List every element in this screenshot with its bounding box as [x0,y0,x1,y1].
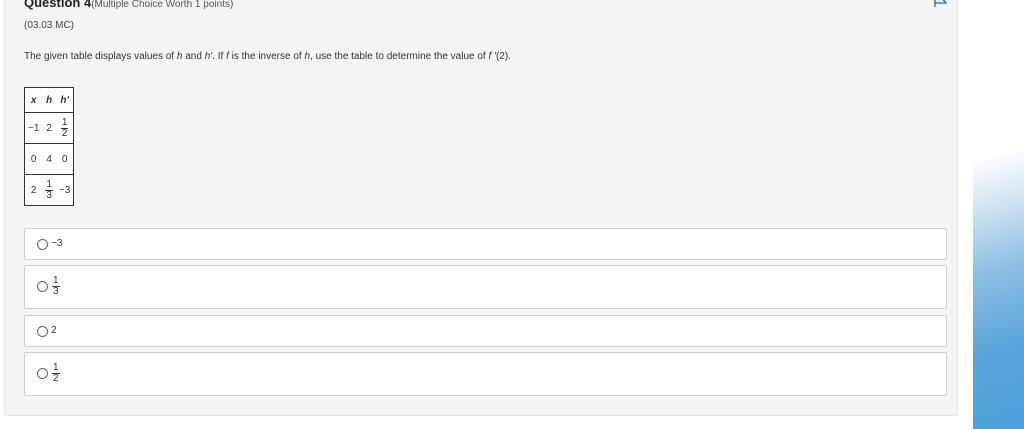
answer-choice-b[interactable]: 1 3 [24,265,947,309]
answer-choice-a[interactable]: −3 [24,228,947,260]
table-row: 2 1 3 −3 [24,174,74,206]
table-header-h: h [46,94,53,106]
table-row: 0 4 0 [24,143,74,175]
choice-fraction: 1 2 [52,362,60,384]
choice-fraction: 1 3 [52,275,60,297]
table-header-hprime: h' [60,94,69,106]
answer-choice-c[interactable]: 2 [24,315,947,347]
question-title: Question 4(Multiple Choice Worth 1 point… [24,0,233,10]
radio-button-icon[interactable] [37,326,48,337]
answer-choice-d[interactable]: 1 2 [24,352,947,396]
question-panel: Question 4(Multiple Choice Worth 1 point… [4,0,958,416]
radio-button-icon[interactable] [37,281,48,292]
table-header-x: x [30,94,37,106]
flag-icon[interactable] [934,0,948,7]
question-prompt: The given table displays values of h and… [24,51,511,62]
fraction: 1 3 [45,178,53,201]
radio-button-icon[interactable] [37,239,48,250]
choice-label: −3 [51,238,63,249]
question-points: (Multiple Choice Worth 1 points) [91,0,234,10]
values-table: x h h' −1 2 1 2 0 4 0 2 1 3 −3 [24,87,75,206]
question-code: (03.03 MC) [24,20,75,31]
choice-label: 2 [51,325,57,336]
fraction: 1 2 [60,116,69,139]
radio-button-icon[interactable] [37,368,48,379]
background-decoration [973,0,1024,429]
table-row: −1 2 1 2 [24,112,74,144]
question-number: Question 4 [24,0,92,10]
